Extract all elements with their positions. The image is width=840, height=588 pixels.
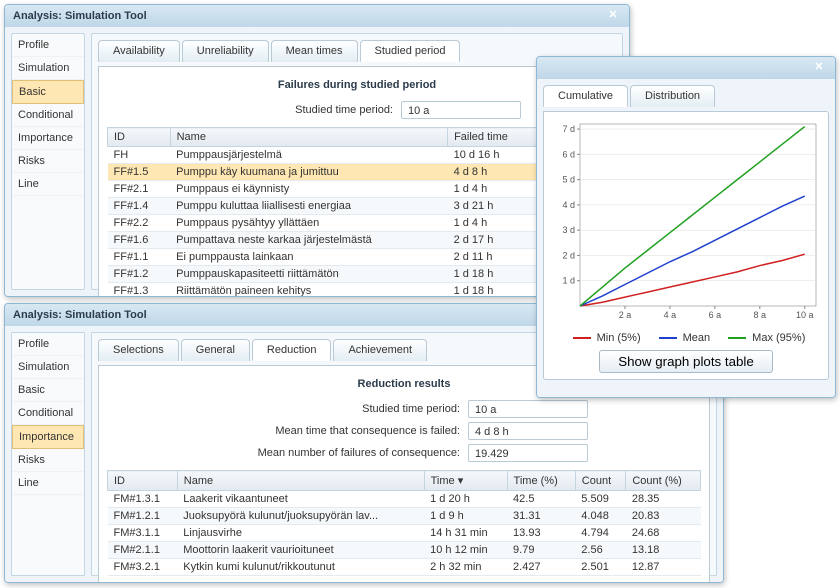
svg-text:7 d: 7 d <box>562 124 575 134</box>
svg-text:3 d: 3 d <box>562 225 575 235</box>
field-label: Mean number of failures of consequence: <box>220 447 460 459</box>
sidebar-item-profile[interactable]: Profile <box>12 34 84 57</box>
tab-selections[interactable]: Selections <box>98 339 179 361</box>
svg-text:8 a: 8 a <box>754 310 767 320</box>
tab-availability[interactable]: Availability <box>98 40 180 62</box>
sidebar-item-conditional[interactable]: Conditional <box>12 104 84 127</box>
sidebar-item-basic[interactable]: Basic <box>12 379 84 402</box>
table-row[interactable]: FM#3.1.1Linjausvirhe14 h 31 min13.934.79… <box>108 525 701 542</box>
table-row[interactable]: FM#1.2.1Juoksupyörä kulunut/juoksupyörän… <box>108 508 701 525</box>
titlebar-1[interactable]: Analysis: Simulation Tool ✕ <box>5 5 629 27</box>
field-value[interactable]: 4 d 8 h <box>468 422 588 440</box>
reduction-table: IDNameTime ▾Time (%)CountCount (%) FM#1.… <box>107 470 701 576</box>
table-row[interactable]: FM#1.3.1Laakerit vikaantuneet1 d 20 h42.… <box>108 491 701 508</box>
column-header[interactable]: Name <box>177 471 424 491</box>
tab-achievement[interactable]: Achievement <box>333 339 427 361</box>
field-label: Studied time period: <box>220 403 460 415</box>
column-header[interactable]: Failed time <box>448 128 537 147</box>
table-row[interactable]: FF#2.1Pumppaus ei käynnisty1 d 4 h16.838 <box>108 181 607 198</box>
close-icon[interactable]: ✕ <box>811 61 827 75</box>
period-field[interactable]: 10 a <box>401 101 521 119</box>
column-header[interactable]: ID <box>108 471 178 491</box>
field-label: Mean time that consequence is failed: <box>220 425 460 437</box>
table-row[interactable]: FF#1.1Ei pumppausta lainkaan2 d 11 h12.2… <box>108 249 607 266</box>
legend-item: Max (95%) <box>722 332 805 344</box>
sidebar-item-risks[interactable]: Risks <box>12 449 84 472</box>
tab-mean-times[interactable]: Mean times <box>271 40 358 62</box>
field-value[interactable]: 10 a <box>468 400 588 418</box>
column-header[interactable]: Count <box>575 471 626 491</box>
table-row[interactable]: FF#1.2Pumppauskapasiteetti riittämätön1 … <box>108 266 607 283</box>
table-row[interactable]: FF#1.4Pumppu kuluttaa liiallisesti energ… <box>108 198 607 215</box>
tab-distribution[interactable]: Distribution <box>630 85 715 107</box>
sidebar-item-simulation[interactable]: Simulation <box>12 57 84 80</box>
sidebar-item-basic[interactable]: Basic <box>12 80 84 104</box>
tab-unreliability[interactable]: Unreliability <box>182 40 269 62</box>
chart-legend: Min (5%) Mean Max (95%) <box>550 332 822 344</box>
sidebar-item-importance[interactable]: Importance <box>12 425 84 449</box>
column-header[interactable]: Time ▾ <box>424 471 507 491</box>
titlebar-chart[interactable]: ✕ <box>537 57 835 79</box>
svg-text:4 a: 4 a <box>664 310 677 320</box>
svg-text:2 d: 2 d <box>562 250 575 260</box>
table-row[interactable]: FF#1.6Pumpattava neste karkaa järjestelm… <box>108 232 607 249</box>
sidebar-item-simulation[interactable]: Simulation <box>12 356 84 379</box>
table-row[interactable]: FF#2.2Pumppaus pysähtyy yllättäen1 d 4 h… <box>108 215 607 232</box>
column-header[interactable]: ID <box>108 128 171 147</box>
column-header[interactable]: Name <box>170 128 447 147</box>
sidebar-item-line[interactable]: Line <box>12 472 84 495</box>
svg-text:5 d: 5 d <box>562 175 575 185</box>
chart-plot: 1 d 2 d 3 d 4 d 5 d 6 d 7 d 2 a 4 a 6 a 8 a 10 a <box>550 118 822 328</box>
sidebar-item-line[interactable]: Line <box>12 173 84 196</box>
table-row[interactable]: FF#1.3Riittämätön paineen kehitys1 d 18 … <box>108 283 607 298</box>
svg-text:6 d: 6 d <box>562 149 575 159</box>
legend-item: Mean <box>653 332 711 344</box>
table-row[interactable]: FM#3.2.1Kytkin kumi kulunut/rikkoutunut2… <box>108 559 701 576</box>
svg-text:1 d: 1 d <box>562 276 575 286</box>
period-label: Studied time period: <box>193 104 393 116</box>
sidebar-item-risks[interactable]: Risks <box>12 150 84 173</box>
failures-table: IDNameFailed timeFailures FHPumppausjärj… <box>107 127 607 297</box>
table-row[interactable]: FF#1.5Pumppu käy kuumana ja jumittuu4 d … <box>108 164 607 181</box>
svg-text:4 d: 4 d <box>562 200 575 210</box>
section-title: Failures during studied period <box>107 79 607 91</box>
window-title: Analysis: Simulation Tool <box>13 10 147 22</box>
tab-cumulative[interactable]: Cumulative <box>543 85 628 107</box>
svg-text:6 a: 6 a <box>709 310 722 320</box>
svg-text:10 a: 10 a <box>796 310 814 320</box>
tab-studied-period[interactable]: Studied period <box>360 40 461 62</box>
sidebar-item-importance[interactable]: Importance <box>12 127 84 150</box>
sidebar-2: ProfileSimulationBasicConditionalImporta… <box>11 332 85 576</box>
column-header[interactable]: Time (%) <box>507 471 575 491</box>
close-icon[interactable]: ✕ <box>605 9 621 23</box>
table-row[interactable]: FHPumppausjärjestelmä10 d 16 h64.704 <box>108 147 607 164</box>
sidebar-1: ProfileSimulationBasicConditionalImporta… <box>11 33 85 290</box>
field-value[interactable]: 19.429 <box>468 444 588 462</box>
svg-text:2 a: 2 a <box>619 310 632 320</box>
column-header[interactable]: Count (%) <box>626 471 701 491</box>
show-plots-button[interactable]: Show graph plots table <box>599 350 773 373</box>
window-chart: ✕ CumulativeDistribution 1 d 2 d 3 d 4 d 5 d… <box>536 56 836 398</box>
legend-item: Min (5%) <box>567 332 641 344</box>
window-title: Analysis: Simulation Tool <box>13 309 147 321</box>
tab-general[interactable]: General <box>181 339 250 361</box>
table-row[interactable]: FM#2.1.1Moottorin laakerit vaurioituneet… <box>108 542 701 559</box>
tab-reduction[interactable]: Reduction <box>252 339 332 361</box>
sidebar-item-conditional[interactable]: Conditional <box>12 402 84 425</box>
sidebar-item-profile[interactable]: Profile <box>12 333 84 356</box>
